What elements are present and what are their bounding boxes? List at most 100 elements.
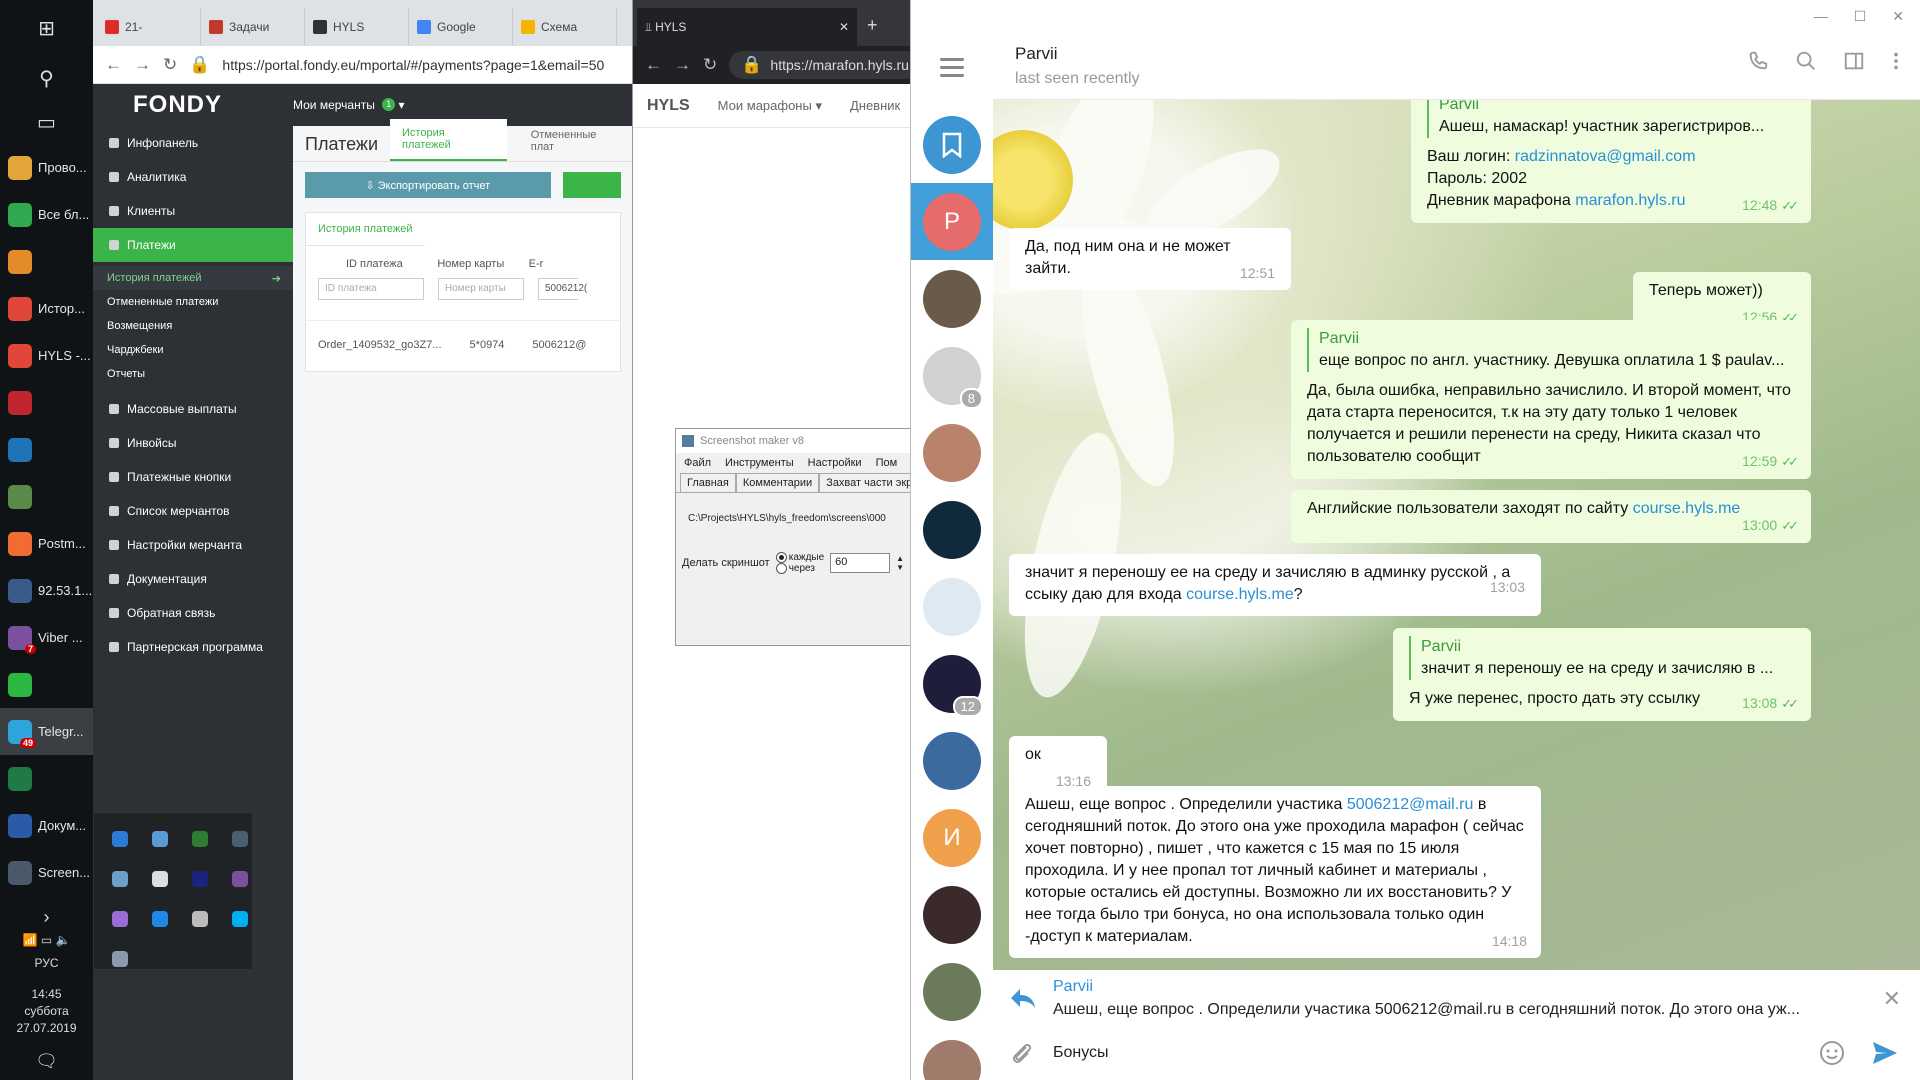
- fondy-logo[interactable]: FONDY: [93, 91, 293, 119]
- chat-list-item[interactable]: [911, 722, 993, 799]
- chat-list-item[interactable]: [911, 568, 993, 645]
- menu-file[interactable]: Файл: [684, 457, 711, 469]
- reply-quote[interactable]: Parvii значит я переношу ее на среду и з…: [1409, 636, 1795, 680]
- tray-app-icon[interactable]: [100, 899, 140, 939]
- maximize-icon[interactable]: ☐: [1854, 8, 1867, 25]
- message-incoming[interactable]: значит я переношу ее на среду и зачисляю…: [1009, 554, 1541, 616]
- browser-tab-4[interactable]: Схема: [513, 8, 617, 46]
- nav-my-marathons[interactable]: Мои марафоны ▾: [718, 98, 822, 114]
- message-outgoing[interactable]: Parvii еще вопрос по англ. участнику. Де…: [1291, 320, 1811, 479]
- sidebar-item-more-4[interactable]: Настройки мерчанта: [93, 528, 293, 562]
- chat-list-item[interactable]: [911, 491, 993, 568]
- nav-diary[interactable]: Дневник: [850, 98, 900, 113]
- sidebar-subitem-1[interactable]: Отмененные платежи: [93, 290, 293, 314]
- chat-list-item[interactable]: [911, 953, 993, 1030]
- contact-name[interactable]: Parvii: [1015, 44, 1058, 64]
- taskbar-app-10[interactable]: 7 Viber ...: [0, 614, 93, 661]
- spinner-icon[interactable]: ▲ ▼: [896, 554, 904, 572]
- taskbar-app-14[interactable]: Докум...: [0, 802, 93, 849]
- taskbar-app-9[interactable]: 92.53.1...: [0, 567, 93, 614]
- new-tab-icon[interactable]: +: [857, 15, 878, 46]
- column-header-card-number[interactable]: Номер карты: [437, 258, 528, 270]
- payment-id-filter-input[interactable]: ID платежа: [318, 278, 424, 300]
- merchants-dropdown[interactable]: Мои мерчанты 1 ▾: [293, 98, 405, 112]
- minimize-icon[interactable]: —: [1814, 8, 1828, 25]
- table-row[interactable]: Order_1409532_go3Z7... 5*0974 5006212@: [306, 320, 620, 351]
- menu-tools[interactable]: Инструменты: [725, 457, 794, 469]
- message-link[interactable]: marafon.hyls.ru: [1575, 192, 1685, 209]
- sidebar-item-2[interactable]: Клиенты: [93, 194, 293, 228]
- panel-tab-history[interactable]: История платежей: [306, 213, 425, 246]
- forward-icon[interactable]: →: [674, 55, 691, 75]
- tab-capture-area[interactable]: Захват части экра: [819, 473, 914, 492]
- back-icon[interactable]: ←: [645, 55, 662, 75]
- sidebar-item-more-0[interactable]: Массовые выплаты: [93, 392, 293, 426]
- forward-icon[interactable]: →: [134, 55, 151, 75]
- close-tab-icon[interactable]: ✕: [839, 20, 849, 34]
- tab-cancelled-payments[interactable]: Отмененные плат: [519, 129, 633, 161]
- column-header-payment-id[interactable]: ID платежа: [346, 258, 437, 270]
- clock-time[interactable]: 14:45: [0, 986, 93, 1003]
- tray-app-icon[interactable]: [100, 859, 140, 899]
- chat-list-item[interactable]: 12: [911, 645, 993, 722]
- sidebar-subitem-2[interactable]: Возмещения: [93, 314, 293, 338]
- taskbar-app-12[interactable]: 49 Telegr...: [0, 708, 93, 755]
- hamburger-menu-icon[interactable]: [911, 28, 993, 106]
- email-filter-input[interactable]: 5006212(: [538, 278, 587, 300]
- address-bar[interactable]: https://portal.fondy.eu/mportal/#/paymen…: [222, 57, 604, 73]
- attach-icon[interactable]: [1009, 1040, 1033, 1066]
- reply-quote[interactable]: Parvii Ашеш, намаскар! участник зарегист…: [1427, 100, 1795, 138]
- chat-list-item[interactable]: [911, 260, 993, 337]
- taskbar-app-0[interactable]: Прово...: [0, 144, 93, 191]
- sidebar-item-0[interactable]: Инфопанель: [93, 126, 293, 160]
- tray-app-icon[interactable]: [140, 899, 180, 939]
- tray-app-icon[interactable]: [100, 819, 140, 859]
- message-link[interactable]: course.hyls.me: [1633, 500, 1741, 517]
- tray-app-icon[interactable]: [180, 859, 220, 899]
- taskbar-app-8[interactable]: Postm...: [0, 520, 93, 567]
- tray-expand-chevron-icon[interactable]: ›: [0, 903, 93, 932]
- message-outgoing[interactable]: Parvii значит я переношу ее на среду и з…: [1393, 628, 1811, 721]
- sidebar-item-more-3[interactable]: Список мерчантов: [93, 494, 293, 528]
- message-link[interactable]: radzinnatova@gmail.com: [1515, 148, 1696, 165]
- sidebar-item-more-5[interactable]: Документация: [93, 562, 293, 596]
- tray-app-icon[interactable]: [100, 939, 140, 979]
- send-icon[interactable]: [1871, 1040, 1899, 1066]
- tab-payments-history[interactable]: История платежей: [390, 119, 507, 161]
- browser-tab-0[interactable]: 21-: [97, 8, 201, 46]
- taskbar-app-5[interactable]: [0, 379, 93, 426]
- green-action-button[interactable]: [562, 172, 621, 198]
- chat-list-item[interactable]: P: [911, 183, 993, 260]
- message-incoming[interactable]: Ашеш, еще вопрос . Определили участика 5…: [1009, 786, 1541, 958]
- close-icon[interactable]: ✕: [1892, 8, 1904, 25]
- sidebar-item-more-7[interactable]: Партнерская программа: [93, 630, 293, 664]
- reload-icon[interactable]: ↻: [703, 55, 717, 75]
- browser-tab-hyls[interactable]: ⫫ HYLS ✕: [637, 8, 857, 46]
- sidebar-item-3[interactable]: Платежи: [93, 228, 293, 262]
- more-vertical-icon[interactable]: [1891, 50, 1901, 72]
- taskbar-app-7[interactable]: [0, 473, 93, 520]
- tray-app-icon[interactable]: [140, 819, 180, 859]
- taskbar-app-4[interactable]: HYLS -...: [0, 332, 93, 379]
- browser-tab-1[interactable]: Задачи: [201, 8, 305, 46]
- sidebar-item-more-6[interactable]: Обратная связь: [93, 596, 293, 630]
- tray-app-icon[interactable]: [180, 819, 220, 859]
- chat-list-item[interactable]: [911, 876, 993, 953]
- message-incoming[interactable]: Да, под ним она и не может зайти. 12:51: [1009, 228, 1291, 290]
- address-bar[interactable]: https://marafon.hyls.ru: [770, 57, 909, 73]
- chat-list-item[interactable]: [911, 414, 993, 491]
- search-icon[interactable]: [1795, 50, 1817, 72]
- taskbar-app-6[interactable]: [0, 426, 93, 473]
- tab-comments[interactable]: Комментарии: [735, 473, 820, 492]
- sidebar-item-more-2[interactable]: Платежные кнопки: [93, 460, 293, 494]
- sidebar-subitem-0[interactable]: История платежей ➔: [93, 266, 293, 290]
- sidebar-subitem-3[interactable]: Чарджбеки: [93, 338, 293, 362]
- tray-app-icon[interactable]: [180, 899, 220, 939]
- taskbar-app-11[interactable]: [0, 661, 93, 708]
- message-link[interactable]: 5006212@mail.ru: [1347, 796, 1474, 813]
- reply-text[interactable]: Ашеш, еще вопрос . Определили участика 5…: [1053, 1001, 1853, 1019]
- tab-main[interactable]: Главная: [680, 473, 736, 492]
- chat-list-item[interactable]: [911, 106, 993, 183]
- tray-app-icon[interactable]: [220, 899, 260, 939]
- emoji-icon[interactable]: [1819, 1040, 1845, 1066]
